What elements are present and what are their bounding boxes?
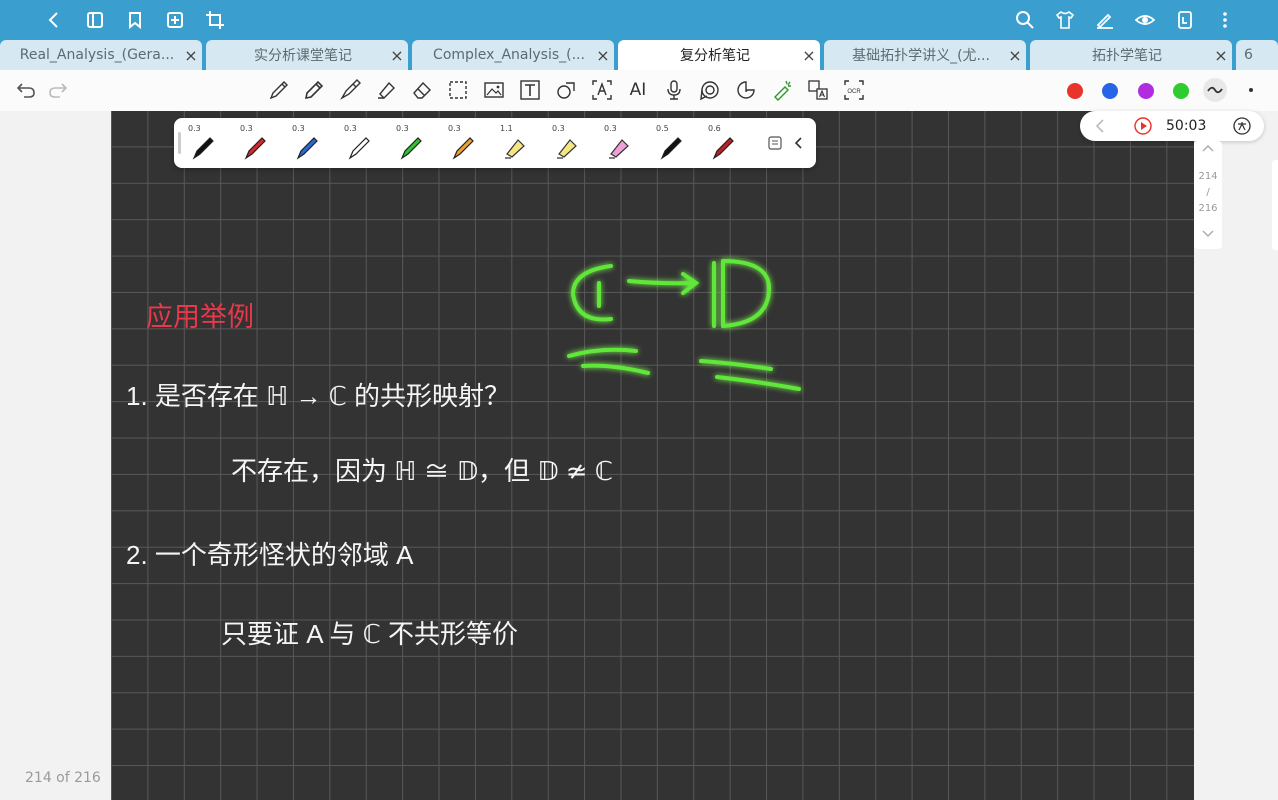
microphone-icon[interactable] <box>662 78 686 102</box>
translate-icon[interactable] <box>806 78 830 102</box>
sticker-icon[interactable] <box>734 78 758 102</box>
color-blue[interactable] <box>1102 83 1118 99</box>
pen-preset[interactable]: 0.3 <box>382 118 432 168</box>
transcribe-icon[interactable] <box>1232 116 1252 136</box>
lasso-icon[interactable] <box>446 78 470 102</box>
pen-preset[interactable]: 0.3 <box>174 118 224 168</box>
read-mode-icon[interactable] <box>1133 8 1157 32</box>
close-icon[interactable]: × <box>798 46 820 65</box>
note-canvas[interactable]: 应用举例 1. 是否存在 ℍ → ℂ 的共形映射？ 不存在，因为 ℍ ≅ 𝔻，但… <box>111 111 1194 800</box>
image-icon[interactable] <box>482 78 506 102</box>
item1-text: 1. 是否存在 ℍ → ℂ 的共形映射？ <box>126 381 510 411</box>
palette-settings-icon[interactable] <box>766 134 784 152</box>
recording-time: 50:03 <box>1166 118 1207 134</box>
item2-text: 2. 一个奇形怪状的邻域 A <box>126 540 414 570</box>
bookmark-icon[interactable] <box>123 8 147 32</box>
heading-text: 应用举例 <box>146 302 254 332</box>
tab-real-analysis[interactable]: Real_Analysis_(Gera... × <box>0 40 202 70</box>
color-green[interactable] <box>1173 83 1189 99</box>
pen-preset[interactable]: 0.5 <box>642 118 692 168</box>
search-icon[interactable] <box>1013 8 1037 32</box>
ai-label: AI <box>629 80 647 100</box>
tape-icon[interactable] <box>698 78 722 102</box>
pen-preset[interactable]: 0.3 <box>226 118 276 168</box>
page-down-icon[interactable] <box>1194 229 1222 242</box>
tab-label: 复分析笔记 <box>680 48 750 64</box>
highlighter-preset[interactable]: 0.3 <box>538 118 588 168</box>
shape-icon[interactable] <box>554 78 578 102</box>
tab-topology-notes[interactable]: 拓扑学笔记 × <box>1030 40 1232 70</box>
tab-label: 基础拓扑学讲义_(尤... <box>852 48 990 64</box>
fountain-pen-icon[interactable] <box>338 78 362 102</box>
top-app-bar <box>0 0 1278 40</box>
eraser-icon[interactable] <box>410 78 434 102</box>
sidebar-icon[interactable] <box>83 8 107 32</box>
back-icon[interactable] <box>42 8 66 32</box>
stroke-style-icon[interactable] <box>1203 78 1227 102</box>
page-separator: / <box>1206 187 1210 198</box>
tab-bar: Real_Analysis_(Gera... × 实分析课堂笔记 × Complex… <box>0 40 1278 70</box>
tab-label: 实分析课堂笔记 <box>254 48 352 64</box>
export-icon[interactable] <box>1173 8 1197 32</box>
prev-icon[interactable] <box>1092 117 1108 135</box>
close-icon[interactable]: × <box>180 46 202 65</box>
green-diagram <box>567 259 801 391</box>
close-icon[interactable]: × <box>386 46 408 65</box>
close-icon[interactable]: × <box>1004 46 1026 65</box>
tab-complex-analysis[interactable]: Complex_Analysis_(... × <box>412 40 614 70</box>
total-pages: 216 <box>1198 203 1218 214</box>
item2-answer-text: 只要证 A 与 ℂ 不共形等价 <box>221 619 518 649</box>
pencil-icon[interactable] <box>302 78 326 102</box>
highlighter-preset[interactable]: 0.3 <box>590 118 640 168</box>
current-page: 214 <box>1198 171 1218 182</box>
color-purple[interactable] <box>1138 83 1154 99</box>
recording-control: 50:03 <box>1080 111 1264 141</box>
left-margin <box>0 111 111 800</box>
close-icon[interactable]: × <box>1210 46 1232 65</box>
ai-icon[interactable]: AI <box>626 78 650 102</box>
tab-overflow[interactable]: 6 <box>1236 40 1278 70</box>
crop-icon[interactable] <box>203 8 227 32</box>
tab-label: 6 <box>1244 47 1253 63</box>
redo-icon[interactable] <box>46 78 70 102</box>
ocr-label: OCR <box>847 89 861 95</box>
ocr-icon[interactable]: OCR <box>842 78 866 102</box>
highlighter-icon[interactable] <box>374 78 398 102</box>
page-up-icon[interactable] <box>1194 143 1222 156</box>
highlighter-preset[interactable]: 1.1 <box>486 118 536 168</box>
tab-real-analysis-notes[interactable]: 实分析课堂笔记 × <box>206 40 408 70</box>
theme-icon[interactable] <box>1053 8 1077 32</box>
play-icon[interactable] <box>1134 117 1152 135</box>
more-icon[interactable] <box>1213 8 1237 32</box>
pen-icon[interactable] <box>267 78 291 102</box>
pen-preset[interactable]: 0.6 <box>694 118 744 168</box>
tab-complex-analysis-notes[interactable]: 复分析笔记 × <box>618 40 820 70</box>
right-panel-handle[interactable] <box>1272 160 1278 250</box>
pen-preset[interactable]: 0.3 <box>434 118 484 168</box>
collapse-palette-icon[interactable] <box>792 134 806 152</box>
text-recognize-icon[interactable] <box>590 78 614 102</box>
drawing-toolbar: AI OCR <box>0 70 1278 112</box>
tab-label: 拓扑学笔记 <box>1092 48 1162 64</box>
page-count: 214 of 216 <box>25 770 101 786</box>
item1-answer-text: 不存在，因为 ℍ ≅ 𝔻，但 𝔻 ≄ ℂ <box>231 456 613 486</box>
tab-label: Real_Analysis_(Gera... <box>19 47 175 63</box>
text-icon[interactable] <box>518 78 542 102</box>
tab-label: Complex_Analysis_(... <box>433 47 585 63</box>
laser-pointer-icon[interactable] <box>770 78 794 102</box>
page-navigator: 214 / 216 <box>1194 141 1222 249</box>
pen-mode-icon[interactable] <box>1093 8 1117 32</box>
undo-icon[interactable] <box>14 78 38 102</box>
pen-palette: 0.3 0.3 0.3 0.3 0.3 0.3 1.1 0.3 0.3 0.5 … <box>174 118 816 168</box>
pen-preset[interactable]: 0.3 <box>278 118 328 168</box>
pen-preset[interactable]: 0.3 <box>330 118 380 168</box>
add-page-icon[interactable] <box>163 8 187 32</box>
stroke-width-icon[interactable] <box>1239 78 1263 102</box>
close-icon[interactable]: × <box>592 46 614 65</box>
tab-topology-lectures[interactable]: 基础拓扑学讲义_(尤... × <box>824 40 1026 70</box>
color-red[interactable] <box>1067 83 1083 99</box>
handwriting-layer: 应用举例 1. 是否存在 ℍ → ℂ 的共形映射？ 不存在，因为 ℍ ≅ 𝔻，但… <box>126 259 801 649</box>
